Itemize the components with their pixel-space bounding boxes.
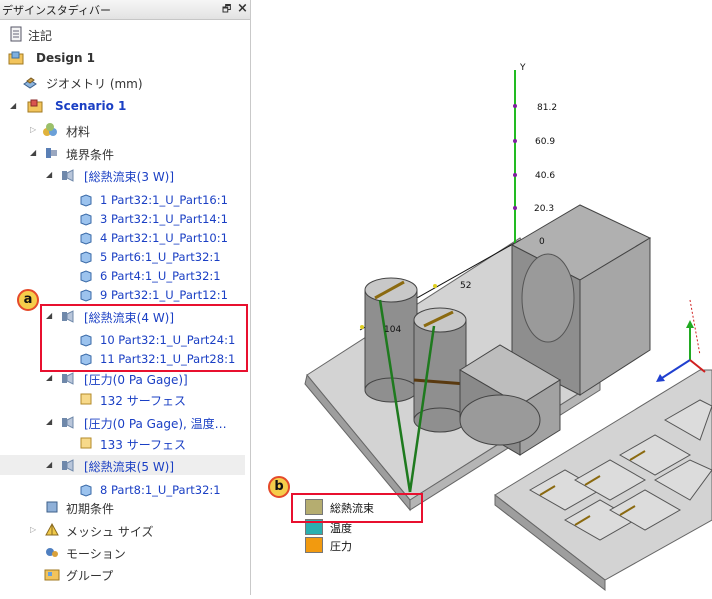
- tree-item-part[interactable]: 3 Part32:1_U_Part14:1: [0, 209, 245, 229]
- tree-label-initial-conditions: 初期条件: [66, 502, 115, 516]
- axis-tick: 40.6: [535, 171, 556, 181]
- panel-titlebar: デザインスタディバー 🗗 ×: [0, 0, 250, 20]
- initial-conditions-icon: [46, 501, 58, 513]
- legend-label-pressure: 圧力: [330, 540, 352, 553]
- callout-box-a: [40, 304, 248, 372]
- axis-tick: 0: [539, 237, 545, 247]
- axis-tick: 81.2: [537, 103, 558, 113]
- mesh-icon: [45, 522, 59, 536]
- surface-icon: [80, 393, 92, 405]
- collapse-arrow-icon[interactable]: ◢: [10, 101, 16, 110]
- callout-badge-a: a: [17, 289, 39, 311]
- tree-label-part: 9 Part32:1_U_Part12:1: [100, 288, 228, 302]
- tree-label-part: 8 Part8:1_U_Part32:1: [100, 483, 221, 497]
- pressure-icon: [62, 416, 74, 429]
- collapse-arrow-icon[interactable]: ◢: [46, 417, 52, 426]
- tree-label-surface: 133 サーフェス: [100, 438, 186, 452]
- tree-label-pressure-temperature: [圧力(0 Pa Gage), 温度…: [84, 417, 227, 431]
- tree-item-part[interactable]: 4 Part32:1_U_Part10:1: [0, 228, 245, 248]
- design-folder-icon: [8, 51, 24, 65]
- part-icon: [80, 484, 92, 497]
- tree-label-part: 5 Part6:1_U_Part32:1: [100, 250, 221, 264]
- part-icon: [80, 251, 92, 264]
- tree-label-part: 1 Part32:1_U_Part16:1: [100, 193, 228, 207]
- expand-arrow-icon[interactable]: ▷: [30, 525, 36, 534]
- tree-item-heat-flux-3w[interactable]: ◢ [総熱流束(3 W)]: [0, 165, 245, 185]
- tree-label-heat-flux-5w: [総熱流束(5 W)]: [84, 460, 175, 474]
- axis-tick: 20.3: [534, 204, 555, 214]
- tree-item-materials[interactable]: ▷ 材料: [0, 120, 245, 140]
- part-icon: [80, 194, 92, 207]
- boundary-conditions-icon: [46, 148, 57, 158]
- axis-tick-z: 104: [384, 325, 402, 335]
- tree-item-scenario[interactable]: ◢ Scenario 1: [0, 96, 245, 116]
- collapse-arrow-icon[interactable]: ◢: [46, 170, 52, 179]
- float-window-icon[interactable]: 🗗: [222, 2, 231, 19]
- tree-label-part: 6 Part4:1_U_Part32:1: [100, 269, 221, 283]
- tree-label-surface: 132 サーフェス: [100, 394, 186, 408]
- callout-box-b: [291, 493, 423, 523]
- heat-flux-icon: [62, 169, 74, 182]
- collapse-arrow-icon[interactable]: ◢: [46, 460, 52, 469]
- callout-badge-b: b: [268, 476, 290, 498]
- collapse-arrow-icon[interactable]: ◢: [30, 148, 36, 157]
- tree-label-boundary-conditions: 境界条件: [66, 148, 115, 162]
- tree-label-groups: グループ: [66, 569, 114, 583]
- notes-icon: [10, 26, 22, 42]
- tree-item-notes[interactable]: 注記: [0, 24, 245, 44]
- tree-item-boundary-conditions[interactable]: ◢ 境界条件: [0, 143, 245, 163]
- scenario-icon: [27, 99, 43, 113]
- tree-item-geometry[interactable]: ジオメトリ (mm): [0, 72, 245, 92]
- tree-item-surface[interactable]: 133 サーフェス: [0, 433, 245, 453]
- materials-icon: [43, 123, 57, 136]
- collapse-arrow-icon[interactable]: ◢: [46, 373, 52, 382]
- part-icon: [80, 232, 92, 245]
- heat-flux-icon: [62, 459, 74, 472]
- part-icon: [80, 270, 92, 283]
- tree-item-initial-conditions[interactable]: 初期条件: [0, 497, 245, 517]
- motion-icon: [46, 548, 58, 557]
- pressure-icon: [62, 372, 74, 385]
- close-icon[interactable]: ×: [237, 1, 248, 16]
- expand-arrow-icon[interactable]: ▷: [30, 125, 36, 134]
- tree-item-surface[interactable]: 132 サーフェス: [0, 389, 245, 409]
- tree-item-motion[interactable]: モーション: [0, 542, 245, 562]
- tree-item-design[interactable]: Design 1: [0, 48, 245, 68]
- part-icon: [80, 213, 92, 226]
- tree-label-motion: モーション: [66, 547, 126, 561]
- axis-tick-x: 52: [460, 281, 472, 291]
- tree-label-mesh-size: メッシュ サイズ: [66, 525, 154, 539]
- tree-label-pressure: [圧力(0 Pa Gage)]: [84, 373, 188, 387]
- legend-swatch-pressure: [305, 537, 323, 553]
- tree-item-part[interactable]: 6 Part4:1_U_Part32:1: [0, 266, 245, 286]
- axis-y-label: Y: [520, 63, 526, 73]
- tree-item-pressure-temperature[interactable]: ◢ [圧力(0 Pa Gage), 温度…: [0, 412, 245, 432]
- surface-icon: [80, 437, 92, 449]
- tree-label-materials: 材料: [66, 125, 91, 139]
- geometry-icon: [23, 77, 37, 89]
- tree-item-part[interactable]: 1 Part32:1_U_Part16:1: [0, 190, 245, 210]
- tree-label-part: 3 Part32:1_U_Part14:1: [100, 212, 228, 226]
- part-icon: [80, 289, 92, 302]
- axis-tick: 60.9: [535, 137, 556, 147]
- tree-label-part: 4 Part32:1_U_Part10:1: [100, 231, 228, 245]
- tree-item-groups[interactable]: グループ: [0, 564, 245, 584]
- groups-icon: [44, 569, 60, 581]
- tree-item-heat-flux-5w[interactable]: ◢ [総熱流束(5 W)]: [0, 455, 245, 475]
- tree-label-geometry: ジオメトリ (mm): [46, 77, 143, 91]
- tree-item-mesh-size[interactable]: ▷ メッシュ サイズ: [0, 520, 245, 540]
- tree-label-scenario: Scenario 1: [55, 99, 127, 113]
- tree-label-heat-flux-3w: [総熱流束(3 W)]: [84, 170, 175, 184]
- panel-title: デザインスタディバー: [2, 4, 112, 17]
- tree-item-part[interactable]: 5 Part6:1_U_Part32:1: [0, 247, 245, 267]
- tree-label-notes: 注記: [28, 29, 53, 43]
- tree-label-design: Design 1: [36, 51, 96, 65]
